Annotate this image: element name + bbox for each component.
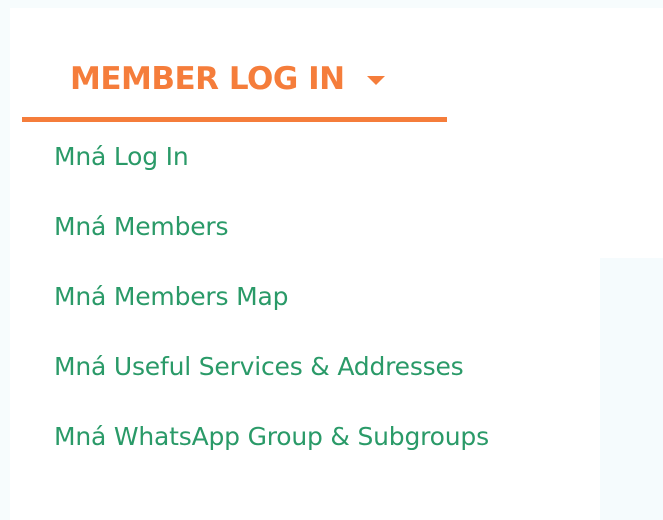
menu-header-label: MEMBER LOG IN (70, 61, 345, 97)
member-login-submenu: Mná Log In Mná Members Mná Members Map M… (54, 135, 489, 485)
submenu-link-whatsapp-group[interactable]: Mná WhatsApp Group & Subgroups (54, 415, 489, 459)
background-tint (600, 258, 663, 520)
submenu-link-useful-services[interactable]: Mná Useful Services & Addresses (54, 345, 464, 389)
submenu-item-members-map: Mná Members Map (54, 275, 489, 345)
submenu-link-members-map[interactable]: Mná Members Map (54, 275, 288, 319)
submenu-item-members: Mná Members (54, 205, 489, 275)
submenu-link-log-in[interactable]: Mná Log In (54, 135, 189, 179)
submenu-item-log-in: Mná Log In (54, 135, 489, 205)
submenu-item-whatsapp-group: Mná WhatsApp Group & Subgroups (54, 415, 489, 485)
member-login-menu-toggle[interactable]: MEMBER LOG IN (22, 40, 447, 118)
caret-down-icon (366, 76, 385, 85)
submenu-item-useful-services: Mná Useful Services & Addresses (54, 345, 489, 415)
submenu-link-members[interactable]: Mná Members (54, 205, 229, 249)
menu-header-underline (22, 117, 447, 122)
